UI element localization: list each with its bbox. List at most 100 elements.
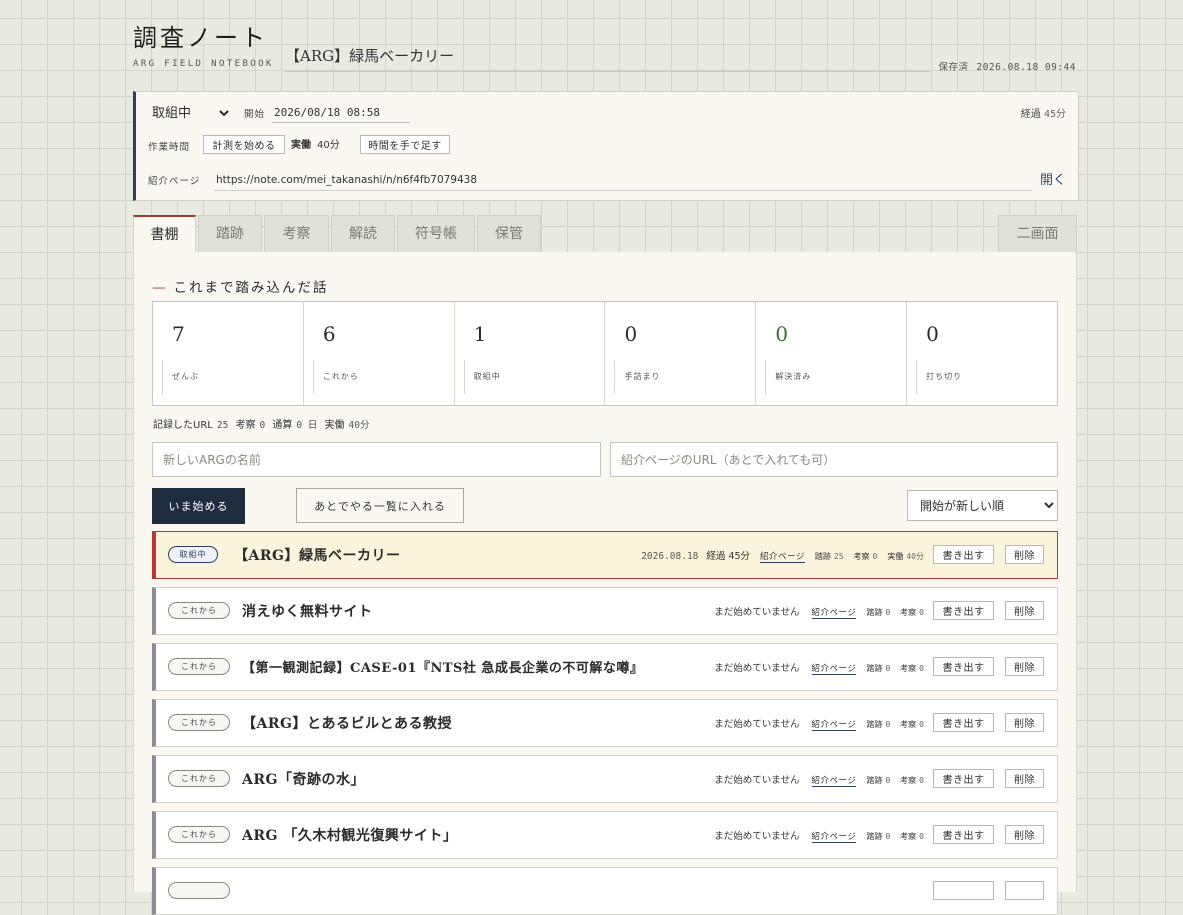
tab-decode[interactable]: 解読: [331, 215, 395, 252]
row-trail-value: 25: [833, 552, 844, 561]
row-thought: 考察 0: [900, 832, 924, 841]
status-badge: これから: [168, 658, 230, 675]
stat-all[interactable]: 7 ぜんぶ: [153, 302, 304, 405]
shelf-content: — これまで踏み込んだ話 7 ぜんぶ 6 これから 1 取組中 0 手詰まり 0 解決済み …: [133, 252, 1077, 915]
add-to-later-button[interactable]: あとでやる一覧に入れる: [296, 488, 464, 523]
arg-title[interactable]: ARG 「久木村観光復興サイト」: [242, 825, 457, 845]
stat-label: 取組中: [463, 360, 501, 394]
arg-title[interactable]: 【ARG】緑馬ベーカリー: [234, 545, 400, 565]
new-arg-url-input[interactable]: [610, 442, 1058, 477]
intro-page-link[interactable]: 紹介ページ: [811, 776, 857, 787]
arg-title[interactable]: ARG「奇跡の水」: [242, 769, 365, 789]
sort-select[interactable]: 開始が新しい順: [907, 490, 1058, 521]
row-actual-value: 40分: [906, 552, 924, 561]
row-trail-value: 0: [885, 608, 891, 617]
save-status: 保存済 2026.08.18 09:44: [938, 59, 1076, 73]
start-measure-button[interactable]: 計測を始める: [203, 135, 285, 154]
arg-title[interactable]: 【ARG】とあるビルとある教授: [242, 713, 452, 733]
row-trail-label: 踏跡: [866, 720, 883, 729]
intro-page-link[interactable]: 紹介ページ: [811, 608, 857, 619]
export-button[interactable]: 書き出す: [933, 825, 994, 844]
intro-page-link[interactable]: 紹介ページ: [811, 832, 857, 843]
open-link[interactable]: 開く: [1040, 169, 1066, 188]
row-thought-label: 考察: [853, 552, 870, 561]
row-thought: 考察 0: [854, 552, 878, 561]
delete-button[interactable]: 削除: [1005, 657, 1044, 676]
new-arg-name-input[interactable]: [152, 442, 601, 477]
arg-title[interactable]: 消えゆく無料サイト: [242, 601, 373, 621]
arg-row[interactable]: これから 【ARG】とあるビルとある教授 まだ始めていません 紹介ページ 踏跡 0 考察…: [152, 699, 1058, 747]
stats-grid: 7 ぜんぶ 6 これから 1 取組中 0 手詰まり 0 解決済み 0 打ち切り: [152, 301, 1058, 406]
tab-trail[interactable]: 踏跡: [198, 215, 262, 252]
saved-label: 保存済: [938, 62, 969, 73]
current-arg-title[interactable]: 【ARG】緑馬ベーカリー: [285, 45, 930, 72]
stat-stuck[interactable]: 0 手詰まり: [605, 302, 757, 405]
intro-page-link[interactable]: 紹介ページ: [760, 552, 805, 563]
export-button[interactable]: 書き出す: [933, 657, 994, 676]
start-datetime-input[interactable]: [272, 102, 410, 123]
row-meta: まだ始めていません 紹介ページ 踏跡 0 考察 0: [714, 604, 924, 619]
row-trail-value: 0: [885, 664, 891, 673]
delete-button[interactable]: 削除: [1005, 601, 1044, 620]
delete-button[interactable]: 削除: [1005, 769, 1044, 788]
add-time-button[interactable]: 時間を手で足す: [360, 135, 450, 154]
delete-button[interactable]: 削除: [1005, 545, 1044, 564]
row-thought-value: 0: [919, 776, 924, 785]
delete-button[interactable]: [1005, 881, 1044, 900]
export-button[interactable]: 書き出す: [933, 545, 994, 564]
arg-title[interactable]: 【第一観測記録】CASE-01『NTS社 急成長企業の不可解な噂』: [242, 657, 643, 676]
stat-value: 7: [172, 322, 185, 346]
arg-row[interactable]: これから ARG 「久木村観光復興サイト」 まだ始めていません 紹介ページ 踏跡 0 考…: [152, 811, 1058, 859]
stat-value: 6: [322, 322, 336, 346]
row-thought: 考察 0: [900, 776, 924, 785]
row-trail: 踏跡 0: [866, 664, 890, 673]
status-select[interactable]: 取組中: [148, 102, 232, 124]
row-thought-value: 0: [919, 720, 924, 729]
row-thought: 考察 0: [900, 608, 924, 617]
arg-row[interactable]: これから 消えゆく無料サイト まだ始めていません 紹介ページ 踏跡 0 考察 0 書き出す…: [152, 587, 1058, 635]
split-view-button[interactable]: 二画面: [998, 215, 1077, 252]
export-button[interactable]: 書き出す: [933, 601, 994, 620]
export-button[interactable]: 書き出す: [933, 713, 994, 732]
app-title: 調査ノート: [133, 24, 268, 52]
row-meta: まだ始めていません 紹介ページ 踏跡 0 考察 0: [714, 660, 924, 675]
row-thought-label: 考察: [900, 720, 917, 729]
export-button[interactable]: [933, 881, 994, 900]
row-meta: 2026.08.18 経過 45分 紹介ページ 踏跡 25 考察 0 実働 40分: [641, 548, 924, 563]
worktime-label: 作業時間: [148, 142, 191, 153]
start-now-button[interactable]: いま始める: [152, 488, 245, 524]
intro-page-link[interactable]: 紹介ページ: [811, 720, 857, 731]
not-started-text: まだ始めていません: [714, 775, 800, 786]
intro-url-input[interactable]: [214, 170, 1032, 191]
tab-archive[interactable]: 保管: [477, 215, 541, 252]
arg-row[interactable]: これから ARG「奇跡の水」 まだ始めていません 紹介ページ 踏跡 0 考察 0 書き出す…: [152, 755, 1058, 803]
stat-in-progress[interactable]: 1 取組中: [455, 302, 606, 405]
intro-page-link[interactable]: 紹介ページ: [811, 664, 857, 675]
stat-value: 0: [926, 322, 939, 346]
row-trail: 踏跡 0: [866, 776, 890, 785]
status-badge: 取組中: [168, 546, 218, 563]
stat-solved[interactable]: 0 解決済み: [756, 302, 908, 405]
actual-value: 40分: [317, 140, 340, 151]
stat-upcoming[interactable]: 6 これから: [304, 302, 455, 405]
export-button[interactable]: 書き出す: [933, 769, 994, 788]
tab-codebook[interactable]: 符号帳: [397, 215, 475, 252]
stat-label: これから: [312, 360, 359, 394]
delete-button[interactable]: 削除: [1005, 825, 1044, 844]
row-actual: 実働 40分: [887, 552, 924, 561]
actual-value: 40分: [348, 420, 370, 431]
row-thought-label: 考察: [900, 664, 917, 673]
status-badge: これから: [168, 826, 230, 843]
arg-row[interactable]: これから 【第一観測記録】CASE-01『NTS社 急成長企業の不可解な噂』 ま…: [152, 643, 1058, 691]
stat-label: 手詰まり: [614, 360, 660, 394]
delete-button[interactable]: 削除: [1005, 713, 1044, 732]
arg-row-partial[interactable]: [152, 867, 1058, 915]
row-thought-value: 0: [872, 552, 878, 561]
stat-abandoned[interactable]: 0 打ち切り: [907, 302, 1057, 405]
arg-row[interactable]: 取組中 【ARG】緑馬ベーカリー 2026.08.18 経過 45分 紹介ページ 踏跡…: [152, 531, 1058, 579]
tab-shelf[interactable]: 書棚: [133, 215, 196, 253]
row-trail-label: 踏跡: [866, 608, 883, 617]
tab-thoughts[interactable]: 考察: [264, 215, 329, 252]
row-trail-label: 踏跡: [866, 776, 883, 785]
row-trail-value: 0: [885, 832, 891, 841]
